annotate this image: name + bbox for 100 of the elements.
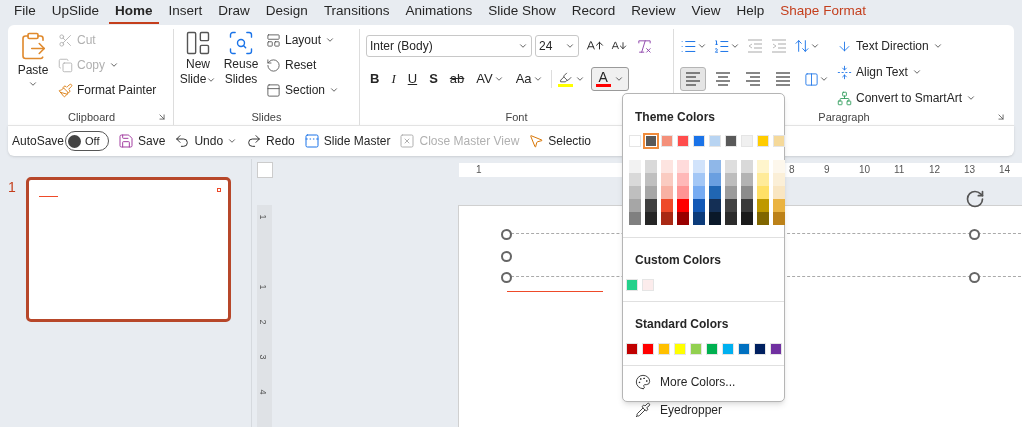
color-swatch[interactable] bbox=[645, 212, 657, 225]
tab-stop-selector[interactable] bbox=[257, 162, 273, 178]
paste-button[interactable]: Paste bbox=[14, 29, 52, 109]
color-swatch[interactable] bbox=[738, 343, 750, 355]
color-swatch[interactable] bbox=[741, 135, 753, 147]
color-swatch[interactable] bbox=[629, 212, 641, 225]
color-swatch[interactable] bbox=[770, 343, 782, 355]
color-swatch[interactable] bbox=[690, 343, 702, 355]
color-swatch[interactable] bbox=[677, 212, 689, 225]
color-swatch[interactable] bbox=[725, 135, 737, 147]
color-swatch[interactable] bbox=[725, 160, 737, 173]
color-swatch[interactable] bbox=[693, 160, 705, 173]
line-spacing-icon[interactable] bbox=[794, 38, 810, 54]
color-swatch[interactable] bbox=[677, 199, 689, 212]
resize-handle[interactable] bbox=[969, 272, 980, 283]
format-button[interactable]: AV bbox=[472, 68, 508, 90]
color-swatch[interactable] bbox=[661, 160, 673, 173]
color-swatch[interactable] bbox=[642, 343, 654, 355]
menu-item[interactable]: More Colors... bbox=[623, 369, 784, 395]
color-swatch[interactable] bbox=[709, 173, 721, 186]
format-button[interactable]: ab bbox=[445, 68, 469, 90]
color-swatch[interactable] bbox=[629, 173, 641, 186]
ribbon-tab[interactable]: Review bbox=[625, 0, 682, 24]
color-swatch[interactable] bbox=[645, 186, 657, 199]
paragraph-command[interactable]: Convert to SmartArt bbox=[837, 87, 977, 109]
color-swatch[interactable] bbox=[642, 279, 654, 291]
color-swatch[interactable] bbox=[773, 135, 785, 147]
color-swatch[interactable] bbox=[709, 186, 721, 199]
color-swatch[interactable] bbox=[629, 160, 641, 173]
color-swatch[interactable] bbox=[629, 135, 641, 147]
color-swatch[interactable] bbox=[741, 173, 753, 186]
color-swatch[interactable] bbox=[722, 343, 734, 355]
color-swatch[interactable] bbox=[674, 343, 686, 355]
color-swatch[interactable] bbox=[661, 199, 673, 212]
color-swatch[interactable] bbox=[773, 212, 785, 225]
numbering-icon[interactable] bbox=[713, 37, 730, 55]
font-name-field[interactable]: Inter (Body) bbox=[366, 35, 532, 57]
paragraph-command[interactable]: Align Text bbox=[837, 61, 977, 83]
ribbon-tab[interactable]: Design bbox=[259, 0, 314, 24]
color-swatch[interactable] bbox=[725, 212, 737, 225]
ribbon-tab[interactable]: Shape Format bbox=[774, 0, 872, 24]
color-swatch[interactable] bbox=[773, 173, 785, 186]
toolbar-button[interactable]: Selectio bbox=[528, 132, 591, 150]
clipboard-command[interactable]: Format Painter bbox=[58, 79, 157, 101]
format-button[interactable]: B bbox=[366, 68, 384, 90]
reuse-slides-button[interactable]: Reuse Slides bbox=[222, 29, 260, 109]
ribbon-tab[interactable]: Record bbox=[565, 0, 622, 24]
ribbon-tab[interactable]: Insert bbox=[162, 0, 209, 24]
color-swatch[interactable] bbox=[661, 135, 673, 147]
ribbon-tab[interactable]: Animations bbox=[399, 0, 479, 24]
slides-command[interactable]: Section bbox=[266, 79, 340, 101]
color-swatch[interactable] bbox=[725, 199, 737, 212]
font-color-button[interactable]: A bbox=[590, 67, 629, 91]
color-swatch[interactable] bbox=[725, 186, 737, 199]
dialog-launcher-icon[interactable] bbox=[157, 112, 167, 122]
color-swatch[interactable] bbox=[661, 212, 673, 225]
format-button[interactable]: Aa bbox=[511, 68, 547, 90]
rotate-handle-icon[interactable] bbox=[965, 189, 985, 209]
resize-handle[interactable] bbox=[501, 272, 512, 283]
color-swatch[interactable] bbox=[709, 160, 721, 173]
color-swatch[interactable] bbox=[677, 186, 689, 199]
ribbon-tab[interactable]: Help bbox=[730, 0, 771, 24]
color-swatch[interactable] bbox=[629, 186, 641, 199]
color-swatch[interactable] bbox=[626, 343, 638, 355]
slide-thumbnail[interactable] bbox=[25, 177, 231, 322]
color-swatch[interactable] bbox=[741, 212, 753, 225]
color-swatch[interactable] bbox=[757, 173, 769, 186]
color-swatch[interactable] bbox=[677, 160, 689, 173]
slides-command[interactable]: Layout bbox=[266, 29, 340, 51]
color-swatch[interactable] bbox=[645, 160, 657, 173]
color-swatch[interactable] bbox=[677, 173, 689, 186]
resize-handle[interactable] bbox=[501, 251, 512, 262]
color-swatch[interactable] bbox=[629, 199, 641, 212]
ribbon-tab[interactable]: UpSlide bbox=[45, 0, 106, 24]
color-swatch[interactable] bbox=[757, 212, 769, 225]
color-swatch[interactable] bbox=[661, 186, 673, 199]
toolbar-button[interactable]: Save bbox=[118, 132, 166, 150]
color-swatch[interactable] bbox=[693, 173, 705, 186]
font-size-field[interactable]: 24 bbox=[535, 35, 579, 57]
resize-handle[interactable] bbox=[501, 229, 512, 240]
new-slide-button[interactable]: New Slide bbox=[180, 29, 216, 109]
color-swatch[interactable] bbox=[658, 343, 670, 355]
align-button[interactable] bbox=[680, 67, 706, 91]
toolbar-button[interactable]: Undo bbox=[174, 132, 238, 150]
toolbar-button[interactable]: Redo bbox=[246, 132, 295, 150]
clear-formatting-icon[interactable] bbox=[636, 37, 653, 55]
color-swatch[interactable] bbox=[773, 160, 785, 173]
menu-item[interactable]: Eyedropper bbox=[623, 397, 784, 423]
color-swatch[interactable] bbox=[693, 135, 705, 147]
color-swatch[interactable] bbox=[709, 212, 721, 225]
color-swatch[interactable] bbox=[757, 199, 769, 212]
color-swatch[interactable] bbox=[645, 173, 657, 186]
color-swatch[interactable] bbox=[757, 160, 769, 173]
dialog-launcher-icon[interactable] bbox=[996, 112, 1006, 122]
color-swatch[interactable] bbox=[709, 135, 721, 147]
ribbon-tab[interactable]: Slide Show bbox=[482, 0, 562, 24]
color-swatch[interactable] bbox=[754, 343, 766, 355]
color-swatch[interactable] bbox=[725, 173, 737, 186]
color-swatch[interactable] bbox=[741, 186, 753, 199]
color-swatch[interactable] bbox=[773, 199, 785, 212]
